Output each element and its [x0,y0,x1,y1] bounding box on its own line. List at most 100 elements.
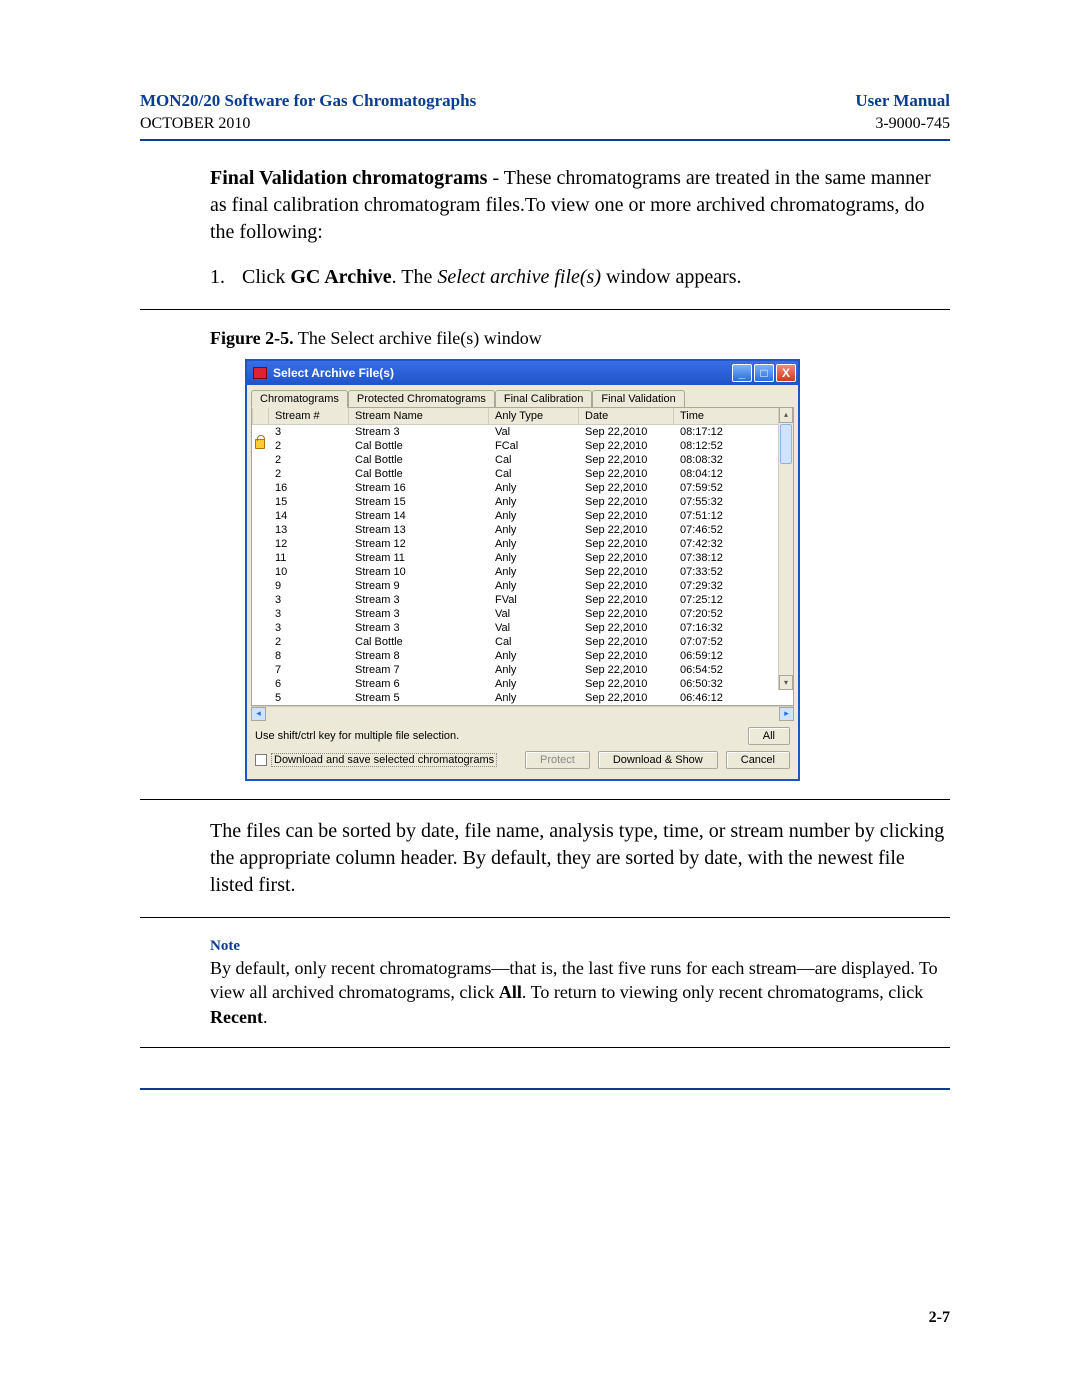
cell-time: 07:51:12 [674,509,793,523]
col-stream-name[interactable]: Stream Name [349,408,489,425]
step1-pre: Click [242,266,290,288]
scroll-thumb[interactable] [780,424,792,464]
checkbox-icon[interactable] [255,754,267,766]
cell-type: Anly [489,523,579,537]
table-row[interactable]: 3Stream 3ValSep 22,201007:20:52 [253,607,793,621]
step1-post: window appears. [601,266,742,288]
table-row[interactable]: 6Stream 6AnlySep 22,201006:50:32 [253,677,793,691]
table-row[interactable]: 2Cal BottleFCalSep 22,201008:12:52 [253,439,793,453]
cell-type: FVal [489,593,579,607]
table-row[interactable]: 10Stream 10AnlySep 22,201007:33:52 [253,565,793,579]
close-button[interactable]: X [776,364,796,382]
table-row[interactable]: 2Cal BottleCalSep 22,201007:07:52 [253,635,793,649]
vertical-scrollbar[interactable]: ▴ ▾ [778,408,793,690]
cell-stream: 15 [269,495,349,509]
cell-type: Val [489,621,579,635]
lock-cell [253,691,269,705]
header-rule [140,139,950,141]
lock-cell [253,537,269,551]
table-row[interactable]: 2Cal BottleCalSep 22,201008:04:12 [253,467,793,481]
table-row[interactable]: 16Stream 16AnlySep 22,201007:59:52 [253,481,793,495]
minimize-button[interactable]: _ [732,364,752,382]
table-row[interactable]: 9Stream 9AnlySep 22,201007:29:32 [253,579,793,593]
cell-stream: 2 [269,635,349,649]
step-1-num: 1. [210,264,232,291]
cell-time: 07:46:52 [674,523,793,537]
cell-date: Sep 22,2010 [579,635,674,649]
cell-date: Sep 22,2010 [579,607,674,621]
figcap-text: The Select archive file(s) window [294,328,542,348]
page-header: MON20/20 Software for Gas Chromatographs… [140,90,950,135]
table-row[interactable]: 7Stream 7AnlySep 22,201006:54:52 [253,663,793,677]
cell-time: 06:50:32 [674,677,793,691]
cell-time: 07:07:52 [674,635,793,649]
cell-date: Sep 22,2010 [579,467,674,481]
scroll-up-icon[interactable]: ▴ [779,408,793,423]
table-row[interactable]: 8Stream 8AnlySep 22,201006:59:12 [253,649,793,663]
tab-final-calibration[interactable]: Final Calibration [495,390,592,408]
header-title-right: User Manual [855,91,950,110]
tab-final-validation[interactable]: Final Validation [592,390,684,408]
all-button[interactable]: All [748,727,790,745]
table-row[interactable]: 13Stream 13AnlySep 22,201007:46:52 [253,523,793,537]
col-stream-num[interactable]: Stream # [269,408,349,425]
download-show-button[interactable]: Download & Show [598,751,718,769]
cell-name: Cal Bottle [349,467,489,481]
titlebar[interactable]: Select Archive File(s) _ □ X [247,361,798,385]
cell-time: 07:55:32 [674,495,793,509]
download-save-checkbox[interactable]: Download and save selected chromatograms [255,753,497,767]
header-docnum: 3-9000-745 [875,115,950,132]
tab-protected-chromatograms[interactable]: Protected Chromatograms [348,390,495,408]
cell-name: Cal Bottle [349,453,489,467]
lock-icon [255,439,265,449]
scroll-right-icon[interactable]: ▸ [779,707,794,721]
table-row[interactable]: 3Stream 3FValSep 22,201007:25:12 [253,593,793,607]
cell-stream: 3 [269,621,349,635]
cell-name: Stream 3 [349,424,489,439]
tab-chromatograms[interactable]: Chromatograms [251,390,348,408]
cell-date: Sep 22,2010 [579,551,674,565]
table-row[interactable]: 12Stream 12AnlySep 22,201007:42:32 [253,537,793,551]
table-row[interactable]: 15Stream 15AnlySep 22,201007:55:32 [253,495,793,509]
lock-cell [253,495,269,509]
cell-name: Stream 16 [349,481,489,495]
cell-stream: 12 [269,537,349,551]
cancel-button[interactable]: Cancel [726,751,790,769]
cell-name: Stream 6 [349,677,489,691]
header-date: OCTOBER 2010 [140,115,250,132]
lock-cell [253,649,269,663]
maximize-button[interactable]: □ [754,364,774,382]
table-row[interactable]: 5Stream 5AnlySep 22,201006:46:12 [253,691,793,705]
cell-name: Cal Bottle [349,635,489,649]
cell-stream: 6 [269,677,349,691]
col-date[interactable]: Date [579,408,674,425]
table-row[interactable]: 14Stream 14AnlySep 22,201007:51:12 [253,509,793,523]
cell-time: 08:12:52 [674,439,793,453]
archive-table[interactable]: Stream # Stream Name Anly Type Date Time… [252,408,793,705]
cell-date: Sep 22,2010 [579,523,674,537]
table-row[interactable]: 3Stream 3ValSep 22,201008:17:12 [253,424,793,439]
cell-time: 07:42:32 [674,537,793,551]
scroll-left-icon[interactable]: ◂ [251,707,266,721]
lock-cell [253,523,269,537]
fig-rule-top [140,309,950,310]
tabs: Chromatograms Protected Chromatograms Fi… [247,385,798,407]
cell-name: Stream 14 [349,509,489,523]
para-sort-info: The files can be sorted by date, file na… [210,818,950,899]
cell-type: Anly [489,649,579,663]
col-time[interactable]: Time [674,408,793,425]
protect-button[interactable]: Protect [525,751,590,769]
col-lock[interactable] [253,408,269,425]
note-b2: Recent [210,1007,263,1027]
cell-type: Anly [489,537,579,551]
cell-stream: 3 [269,607,349,621]
window-title: Select Archive File(s) [273,366,394,380]
app-icon [253,367,267,379]
col-anly-type[interactable]: Anly Type [489,408,579,425]
table-row[interactable]: 3Stream 3ValSep 22,201007:16:32 [253,621,793,635]
cell-time: 08:17:12 [674,424,793,439]
table-row[interactable]: 2Cal BottleCalSep 22,201008:08:32 [253,453,793,467]
horizontal-scrollbar[interactable]: ◂ ▸ [251,706,794,721]
scroll-down-icon[interactable]: ▾ [779,675,793,690]
table-row[interactable]: 11Stream 11AnlySep 22,201007:38:12 [253,551,793,565]
